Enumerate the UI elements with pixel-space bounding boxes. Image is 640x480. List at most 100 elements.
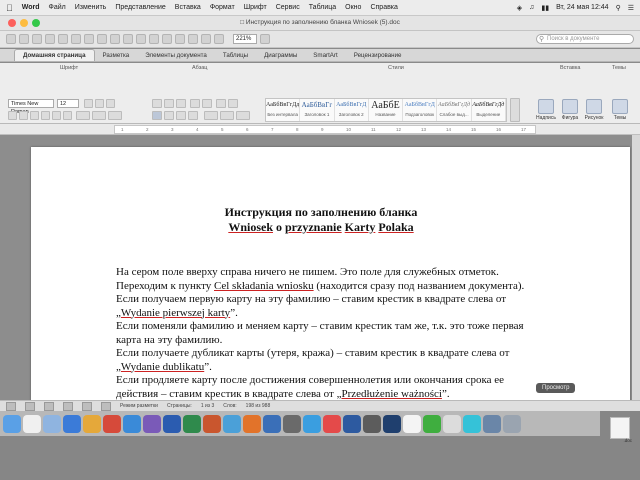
wifi-icon[interactable]: ◈ (517, 4, 522, 12)
style-subtle-emphasis[interactable]: АаБбВвГгДд Слабое выд... (437, 99, 472, 121)
apple-icon[interactable]:  (6, 3, 13, 13)
new-document-icon[interactable] (6, 34, 16, 44)
print-icon[interactable] (58, 34, 68, 44)
finder-icon[interactable] (3, 414, 21, 433)
quicktime-icon[interactable] (463, 414, 481, 433)
style-subtitle[interactable]: АаБбВвГгД Подзаголовок (403, 99, 438, 121)
menu-font[interactable]: Шрифт (244, 4, 267, 11)
app-store-icon[interactable] (123, 414, 141, 433)
firefox-icon[interactable] (243, 414, 261, 433)
style-title[interactable]: АаБбЕ Название (369, 99, 404, 121)
highlight-icon[interactable] (92, 111, 106, 120)
mail-icon[interactable] (263, 414, 281, 433)
outline-view-icon[interactable] (25, 401, 35, 411)
photos-icon[interactable] (83, 414, 101, 433)
safari-icon[interactable] (63, 414, 81, 433)
notebook-view-icon[interactable] (82, 401, 92, 411)
menu-help[interactable]: Справка (370, 4, 397, 11)
menubar-clock[interactable]: Вт, 24 мая 12:44 (556, 4, 608, 11)
close-window-button[interactable] (8, 19, 16, 27)
templates-icon[interactable] (19, 34, 29, 44)
launchpad-icon[interactable] (43, 414, 61, 433)
themes-button[interactable]: Темы (608, 99, 632, 121)
word-icon[interactable] (163, 414, 181, 433)
clear-format-icon[interactable] (106, 99, 115, 108)
align-center-button[interactable] (164, 111, 174, 120)
bullets-icon[interactable] (152, 99, 162, 108)
menu-file[interactable]: Файл (49, 4, 66, 11)
font-name-select[interactable]: Times New Roman (8, 99, 54, 115)
subscript-button[interactable] (63, 111, 72, 120)
tab-document-elements[interactable]: Элементы документа (137, 50, 215, 61)
menu-table[interactable]: Таблица (309, 4, 336, 11)
menu-insert[interactable]: Вставка (175, 4, 201, 11)
viber-icon[interactable] (143, 414, 161, 433)
sort-icon[interactable] (216, 99, 226, 108)
tab-tables[interactable]: Таблицы (215, 50, 256, 61)
zoom-select[interactable]: 221% (233, 34, 257, 44)
table-icon[interactable] (188, 34, 198, 44)
strikethrough-button[interactable] (41, 111, 50, 120)
help-icon[interactable] (260, 34, 270, 44)
menu-format[interactable]: Формат (210, 4, 235, 11)
numbering-icon[interactable] (164, 99, 174, 108)
line-spacing-icon[interactable] (204, 111, 218, 120)
font-color-icon[interactable] (108, 111, 122, 120)
app-icon[interactable] (443, 414, 461, 433)
show-formatting-icon[interactable] (149, 34, 159, 44)
superscript-button[interactable] (52, 111, 61, 120)
app-icon[interactable] (363, 414, 381, 433)
columns-icon[interactable] (201, 34, 211, 44)
skype-icon[interactable] (223, 414, 241, 433)
publishing-view-icon[interactable] (44, 401, 54, 411)
align-left-button[interactable] (152, 111, 162, 120)
style-heading-1[interactable]: АаБбВвГг Заголовок 1 (300, 99, 335, 121)
picture-button[interactable]: Рисунок (582, 99, 606, 121)
style-no-spacing[interactable]: АаБбВвГгДд Без интервала (266, 99, 301, 121)
decrease-indent-icon[interactable] (190, 99, 200, 108)
horizontal-ruler[interactable]: 1 2 3 4 5 6 7 8 9 10 11 12 13 14 15 16 1… (0, 124, 640, 135)
utorrent-icon[interactable] (423, 414, 441, 433)
toolbox-icon[interactable] (175, 34, 185, 44)
styles-pane-toggle[interactable] (510, 98, 520, 122)
increase-indent-icon[interactable] (202, 99, 212, 108)
excel-icon[interactable] (183, 414, 201, 433)
notification-center-icon[interactable]: ☰ (628, 4, 634, 12)
tab-smartart[interactable]: SmartArt (305, 50, 345, 61)
steam-icon[interactable] (383, 414, 401, 433)
shading-icon[interactable] (220, 111, 234, 120)
app-icon[interactable] (323, 414, 341, 433)
chrome-icon[interactable] (103, 414, 121, 433)
menu-app-word[interactable]: Word (22, 4, 40, 11)
spotlight-icon[interactable]: ⚲ (616, 4, 621, 12)
battery-icon[interactable]: ▮▮ (541, 4, 549, 12)
menu-tools[interactable]: Сервис (276, 4, 300, 11)
undo-icon[interactable] (123, 34, 133, 44)
calendar-icon[interactable] (23, 414, 41, 433)
shape-button[interactable]: Фигура (558, 99, 582, 121)
document-page[interactable]: Инструкция по заполнению бланка Wniosek … (31, 147, 630, 400)
cut-icon[interactable] (71, 34, 81, 44)
underline-button[interactable] (30, 111, 39, 120)
redo-icon[interactable] (136, 34, 146, 44)
preview-icon[interactable] (483, 414, 501, 433)
tab-charts[interactable]: Диаграммы (256, 50, 305, 61)
zoom-window-button[interactable] (32, 19, 40, 27)
media-icon[interactable] (214, 34, 224, 44)
show-marks-icon[interactable] (228, 99, 238, 108)
app-icon[interactable] (303, 414, 321, 433)
trash-icon[interactable] (503, 414, 521, 433)
paste-icon[interactable] (97, 34, 107, 44)
tab-layout[interactable]: Разметка (95, 50, 138, 61)
focus-view-icon[interactable] (101, 401, 111, 411)
desktop-file-icon[interactable] (610, 417, 630, 439)
textbox-button[interactable]: Надпись (534, 99, 558, 121)
powerpoint-icon[interactable] (203, 414, 221, 433)
open-icon[interactable] (32, 34, 42, 44)
menu-window[interactable]: Окно (345, 4, 361, 11)
search-input[interactable]: ⚲ Поиск в документе (536, 34, 634, 44)
tab-home[interactable]: Домашняя страница (14, 49, 95, 61)
app-icon[interactable] (343, 414, 361, 433)
format-painter-icon[interactable] (110, 34, 120, 44)
volume-icon[interactable]: ♫ (529, 4, 534, 11)
